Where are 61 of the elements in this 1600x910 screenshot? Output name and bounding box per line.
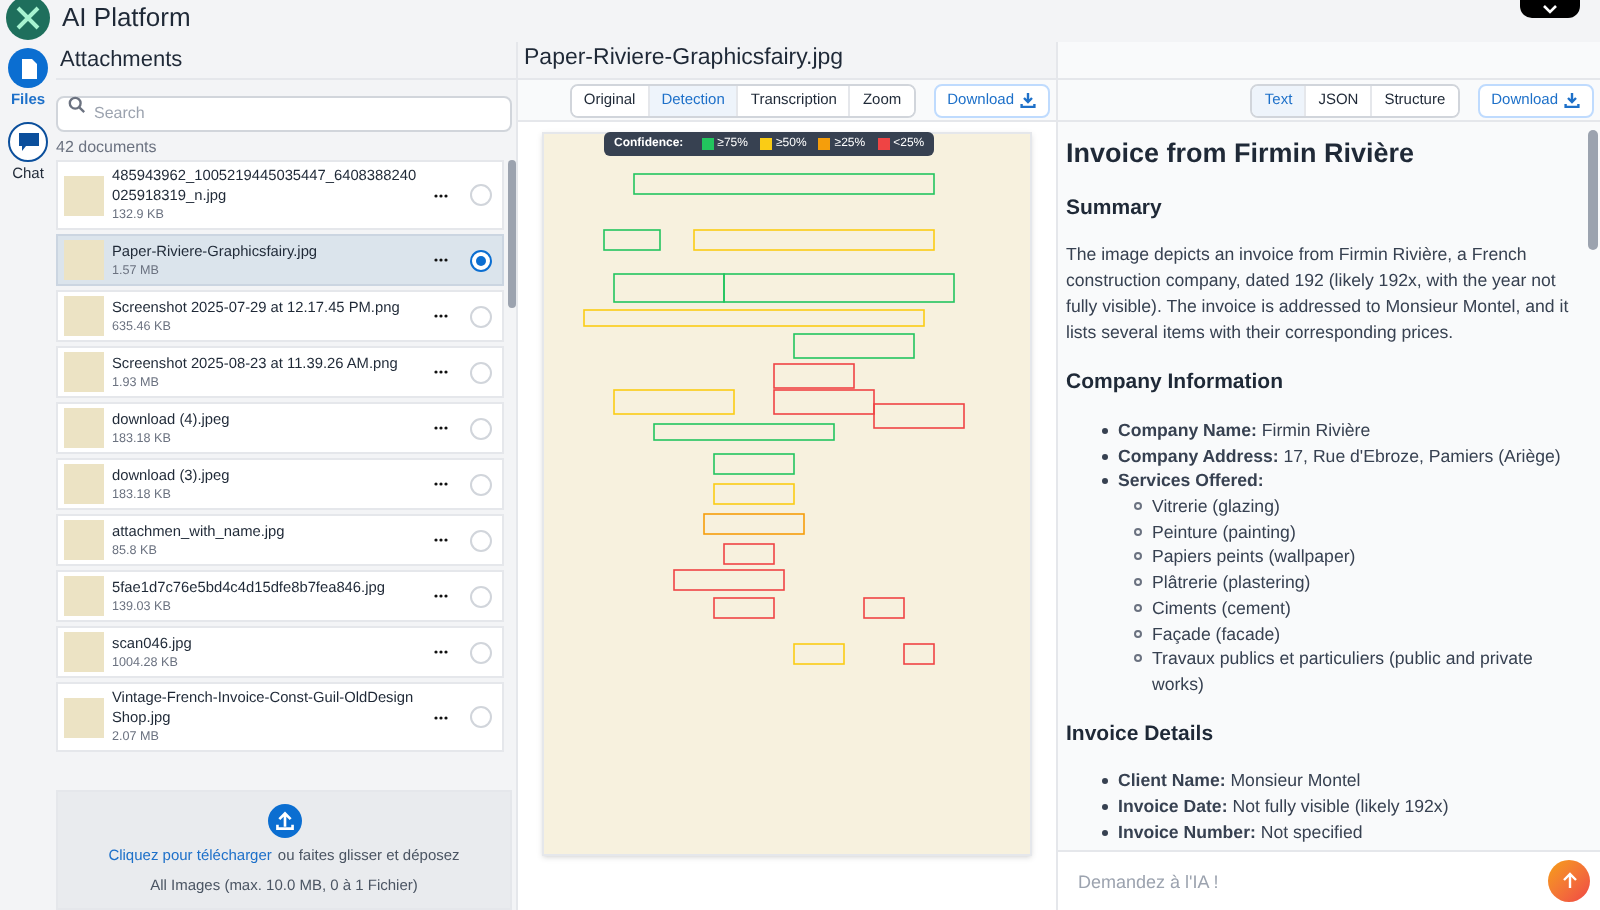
bullet-icon — [1102, 427, 1108, 434]
summary-paragraph: The image depicts an invoice from Firmin Rivière, a French construction company, dated 192 (likely 192x, with the year not fully visible). The invoice is addressed to Monsieur Montel, and it lists several items with their corresponding prices. — [1066, 242, 1571, 345]
list-item-text: Invoice Date: Not fully visible (likely 192x) — [1118, 794, 1449, 820]
list-item-text: Façade (facade) — [1152, 621, 1281, 647]
app-logo — [6, 0, 50, 39]
menu-button[interactable] — [1520, 0, 1580, 18]
bullet-icon — [1102, 453, 1108, 460]
list-item-text: Travaux publics et particuliers (public and private works) — [1152, 646, 1535, 698]
file-title: Paper-Riviere-Graphicsfairy.jpg — [518, 42, 1056, 78]
bullet-icon — [1102, 829, 1108, 836]
list-item-text: Services Offered: — [1118, 468, 1264, 495]
list-item-text: Peinture (painting) — [1152, 519, 1296, 545]
panel-title: Attachments — [58, 45, 185, 76]
section-heading: Company Information — [1066, 370, 1286, 396]
thumbnail-placeholder — [64, 240, 104, 280]
chat-bar[interactable]: Demandez à l'IA ! — [1058, 850, 1600, 910]
thumbnail-placeholder — [64, 697, 104, 737]
send-button[interactable] — [1548, 860, 1590, 902]
bullet-icon — [1102, 478, 1108, 485]
thumbnail-placeholder — [64, 175, 104, 215]
result-heading: Invoice from Firmin Rivière — [1066, 142, 1417, 168]
bullet-icon — [1134, 629, 1142, 638]
radio-button[interactable] — [470, 249, 492, 271]
section-heading: Invoice Details — [1066, 721, 1216, 747]
bullet-icon — [1134, 654, 1142, 663]
list-item-text: Client Name: Monsieur Montel — [1118, 768, 1361, 795]
arrow-up-icon — [1561, 872, 1577, 890]
bullet-icon — [1102, 778, 1108, 785]
list-item-text: Plâtrerie (plastering) — [1152, 570, 1311, 596]
scrollbar-thumb[interactable] — [508, 160, 516, 308]
bullet-icon — [1134, 552, 1142, 561]
list-item-text: Ciments (cement) — [1152, 595, 1291, 622]
list-item-text: Papiers peints (wallpaper) — [1152, 544, 1356, 571]
thumbnail-placeholder — [64, 520, 104, 560]
document-count: 42 documents — [56, 136, 159, 160]
document-icon — [19, 57, 37, 79]
thumbnail-placeholder — [64, 576, 104, 616]
list-item-text: Invoice Number: Not specified — [1118, 819, 1363, 845]
list-item-text: Company Address: 17, Rue d'Ebroze, Pamiers (Ariège) — [1118, 443, 1561, 469]
chevron-down-icon — [1542, 4, 1558, 14]
download-icon — [1564, 92, 1580, 108]
bullet-icon — [1134, 578, 1142, 587]
scrollbar-thumb[interactable] — [1588, 130, 1598, 250]
thumbnail-placeholder — [64, 352, 104, 392]
upload-icon — [267, 804, 301, 839]
bullet-icon — [1134, 603, 1142, 612]
list-item-text: Company Name: Firmin Rivière — [1118, 417, 1371, 444]
chat-input[interactable]: Demandez à l'IA ! — [1070, 861, 1540, 901]
thumbnail-placeholder — [64, 632, 104, 672]
bullet-icon — [1102, 804, 1108, 811]
search-field[interactable]: Search — [56, 95, 512, 131]
app-title: AI Platform — [62, 0, 191, 36]
list-item-text: Vitrerie (glazing) — [1152, 494, 1280, 520]
bullet-icon — [1134, 527, 1142, 536]
thumbnail-placeholder — [64, 464, 104, 504]
thumbnail-placeholder — [64, 408, 104, 448]
chat-bubble-icon — [17, 132, 39, 153]
section-heading: Summary — [1066, 195, 1164, 221]
thumbnail-placeholder — [64, 296, 104, 336]
bullet-icon — [1134, 502, 1142, 511]
download-icon — [1020, 92, 1036, 108]
